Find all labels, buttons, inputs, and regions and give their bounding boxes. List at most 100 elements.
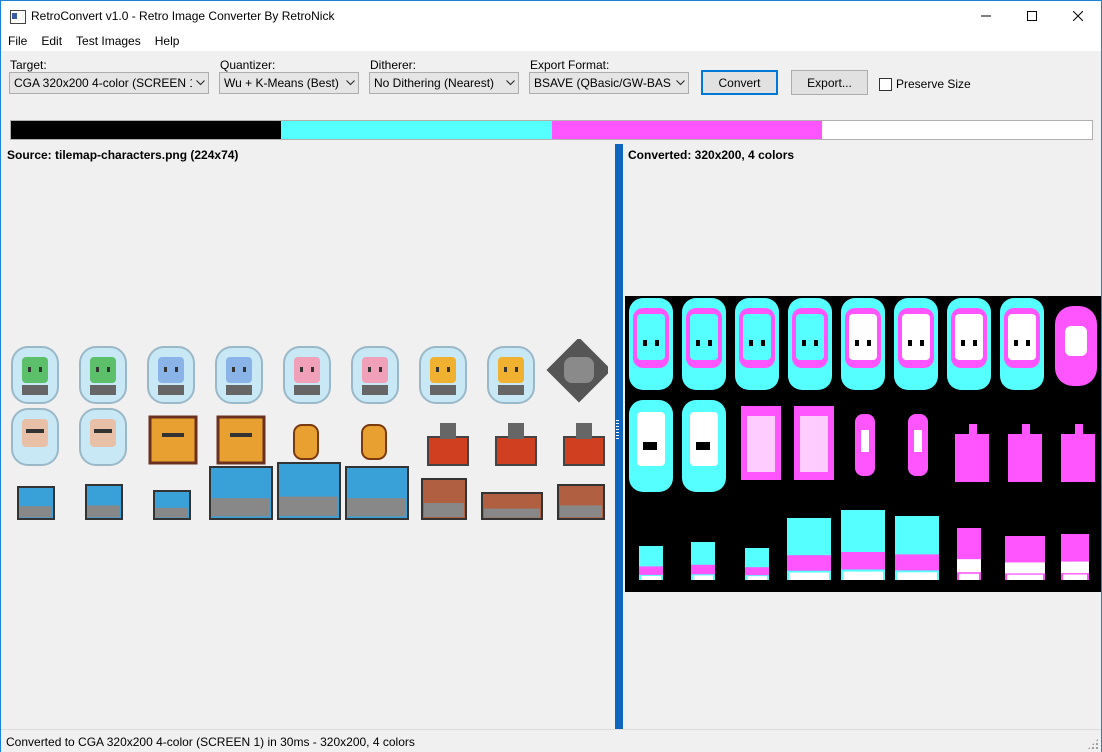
converted-face bbox=[690, 412, 718, 466]
sprite-body bbox=[362, 385, 388, 395]
convert-button[interactable]: Convert bbox=[701, 70, 778, 95]
sprite-cone-body bbox=[563, 436, 605, 466]
converted-small-face bbox=[861, 430, 869, 452]
quantizer-select[interactable]: Wu + K-Means (Best) bbox=[219, 72, 359, 94]
converted-eye bbox=[961, 340, 965, 346]
converted-eye bbox=[1014, 340, 1018, 346]
splitter-grip-icon bbox=[616, 420, 619, 440]
close-button[interactable] bbox=[1055, 1, 1101, 31]
quantizer-label: Quantizer: bbox=[220, 58, 276, 72]
converted-machine-feet bbox=[641, 575, 661, 580]
converted-cone-tip bbox=[1022, 424, 1030, 438]
export-button[interactable]: Export... bbox=[791, 70, 868, 95]
converted-small-face bbox=[914, 430, 922, 452]
converted-cone bbox=[1008, 434, 1042, 482]
sprite-body bbox=[158, 385, 184, 395]
maximize-button[interactable] bbox=[1009, 1, 1055, 31]
minimize-button[interactable] bbox=[963, 1, 1009, 31]
title-bar[interactable]: RetroConvert v1.0 - Retro Image Converte… bbox=[1, 1, 1101, 31]
sprite-body bbox=[430, 385, 456, 395]
ditherer-select[interactable]: No Dithering (Nearest) bbox=[369, 72, 519, 94]
sprite-eye bbox=[164, 367, 167, 372]
converted-machine-feet bbox=[959, 573, 979, 580]
converted-eye bbox=[708, 340, 712, 346]
converted-machine-feet bbox=[789, 572, 829, 580]
preserve-size-checkbox[interactable] bbox=[879, 77, 892, 91]
sprite-box bbox=[216, 415, 266, 465]
minimize-icon bbox=[981, 15, 991, 17]
sprite-eye bbox=[107, 367, 110, 372]
sprite-eye bbox=[436, 367, 439, 372]
source-label: Source: tilemap-characters.png (224x74) bbox=[7, 148, 239, 162]
target-select[interactable]: CGA 320x200 4-color (SCREEN 1) bbox=[9, 72, 209, 94]
ditherer-label: Ditherer: bbox=[370, 58, 417, 72]
sprite-eye bbox=[447, 367, 450, 372]
resize-grip-icon[interactable] bbox=[1087, 738, 1099, 750]
preserve-size-option[interactable]: Preserve Size bbox=[879, 77, 971, 91]
converted-box-face bbox=[747, 416, 775, 472]
sprite-machine-base bbox=[484, 508, 540, 518]
converted-eye bbox=[973, 340, 977, 346]
converted-face bbox=[1008, 314, 1036, 360]
menu-edit[interactable]: Edit bbox=[34, 31, 69, 51]
converted-machine-feet bbox=[1063, 574, 1087, 580]
panel-splitter[interactable] bbox=[615, 144, 623, 729]
converted-eyes bbox=[643, 442, 657, 450]
converted-cone bbox=[1061, 434, 1095, 482]
source-panel: Source: tilemap-characters.png (224x74) bbox=[2, 144, 615, 729]
chevron-down-icon bbox=[502, 73, 518, 93]
export-format-select[interactable]: BSAVE (QBasic/GW-BASIC bbox=[529, 72, 689, 94]
sprite-face bbox=[430, 357, 456, 383]
converted-machine-feet bbox=[843, 571, 883, 580]
sprite-machine-base bbox=[348, 498, 406, 517]
sprite-eyes bbox=[230, 433, 252, 437]
sprite-eye bbox=[96, 367, 99, 372]
converted-cone-tip bbox=[1075, 424, 1083, 438]
sprite-cone-tip bbox=[440, 423, 456, 439]
converted-eye bbox=[908, 340, 912, 346]
converted-eye bbox=[655, 340, 659, 346]
converted-eye bbox=[1026, 340, 1030, 346]
sprite-body bbox=[90, 385, 116, 395]
menu-test-images[interactable]: Test Images bbox=[69, 31, 148, 51]
sprite-cone-body bbox=[495, 436, 537, 466]
converted-face bbox=[637, 412, 665, 466]
sprite-eye bbox=[368, 367, 371, 372]
converted-eye bbox=[855, 340, 859, 346]
converted-panel: Converted: 320x200, 4 colors bbox=[623, 144, 1101, 729]
target-label: Target: bbox=[10, 58, 47, 72]
sprite-machine-base bbox=[424, 503, 464, 517]
sprite-face bbox=[90, 357, 116, 383]
menu-file[interactable]: File bbox=[1, 31, 34, 51]
converted-label: Converted: 320x200, 4 colors bbox=[628, 148, 795, 162]
converted-cone-tip bbox=[969, 424, 977, 438]
converted-machine-feet bbox=[747, 576, 767, 580]
menu-help[interactable]: Help bbox=[148, 31, 187, 51]
app-icon[interactable] bbox=[9, 8, 26, 24]
converted-machine-band bbox=[639, 566, 663, 575]
converted-face bbox=[637, 314, 665, 360]
toolbar: Target: CGA 320x200 4-color (SCREEN 1) Q… bbox=[1, 51, 1101, 113]
sprite-face bbox=[158, 357, 184, 383]
chevron-down-icon bbox=[672, 73, 688, 93]
converted-machine-band bbox=[691, 564, 715, 575]
converted-eye bbox=[920, 340, 924, 346]
sprite-small bbox=[361, 424, 387, 460]
sprite-body bbox=[498, 385, 524, 395]
sprite-body bbox=[22, 385, 48, 395]
sprite-machine-base bbox=[212, 498, 270, 517]
converted-machine-band bbox=[957, 559, 981, 573]
sprite-machine-base bbox=[156, 507, 188, 518]
converted-eye bbox=[867, 340, 871, 346]
window-title: RetroConvert v1.0 - Retro Image Converte… bbox=[31, 9, 335, 23]
palette-swatch-cyan bbox=[281, 121, 552, 139]
converted-eyes bbox=[696, 442, 710, 450]
palette-bar bbox=[10, 120, 1093, 140]
sprite-face bbox=[226, 357, 252, 383]
sprite-eye bbox=[515, 367, 518, 372]
converted-machine-band bbox=[1061, 561, 1089, 574]
converted-eye bbox=[802, 340, 806, 346]
converted-machine-band bbox=[1005, 562, 1045, 574]
sprite-eyes bbox=[26, 429, 44, 433]
export-format-label: Export Format: bbox=[530, 58, 610, 72]
